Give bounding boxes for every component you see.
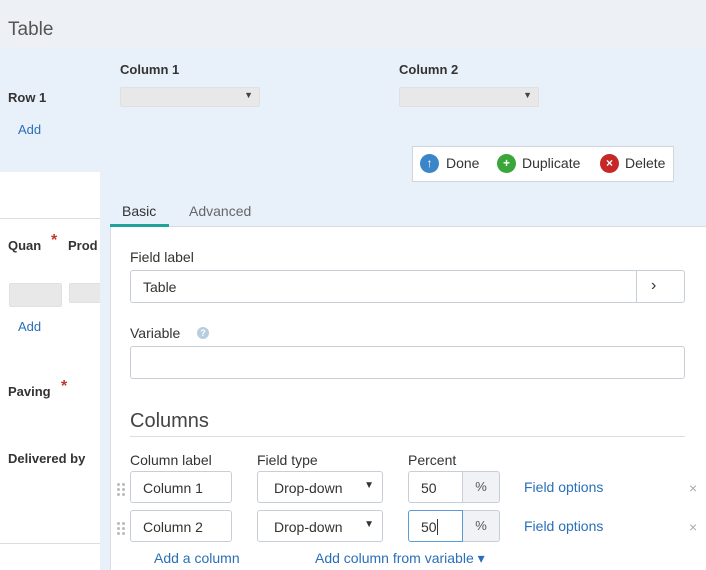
chevron-right-icon[interactable]: ›	[651, 277, 656, 295]
field-options-link[interactable]: Field options	[524, 479, 603, 495]
percent-value: 50	[421, 519, 437, 535]
tab-basic-underline	[110, 224, 169, 227]
quantity-input[interactable]	[9, 283, 62, 307]
quantity-label: Quan	[8, 238, 42, 253]
percent-input-focused[interactable]: 50	[408, 510, 463, 542]
caret-down-icon: ▾	[477, 550, 485, 566]
chevron-down-icon: ▼	[523, 90, 532, 100]
tab-advanced[interactable]: Advanced	[189, 203, 251, 219]
column-label-value: Column 1	[143, 480, 203, 496]
field-label-input[interactable]: Table ›	[130, 270, 685, 303]
delete-button[interactable]: Delete	[625, 155, 665, 171]
column-label-input[interactable]: Column 1	[130, 471, 232, 503]
percent-unit: %	[463, 471, 500, 503]
required-marker: *	[61, 378, 68, 395]
field-type-select[interactable]: Drop-down ▼	[257, 510, 383, 542]
add-left-link[interactable]: Add	[18, 319, 41, 334]
field-label-title: Field label	[130, 249, 194, 265]
column-header-2: Column 2	[399, 62, 459, 77]
add-column-link[interactable]: Add a column	[154, 550, 240, 566]
percent-input[interactable]: 50	[408, 471, 463, 503]
drag-handle-icon[interactable]	[117, 483, 125, 497]
row1-col2-select[interactable]: ▼	[399, 87, 539, 107]
remove-column-icon[interactable]: ×	[689, 480, 697, 496]
field-type-value: Drop-down	[274, 519, 343, 535]
left-divider-bottom	[0, 543, 100, 544]
product-input[interactable]	[69, 283, 102, 303]
add-column-from-variable-link[interactable]: Add column from variable ▾	[315, 550, 485, 567]
column-label-input[interactable]: Column 2	[130, 510, 232, 542]
left-divider-top	[0, 218, 100, 219]
duplicate-button[interactable]: Duplicate	[522, 155, 580, 171]
delivered-by-label: Delivered by	[8, 451, 86, 466]
field-type-header: Field type	[257, 452, 318, 468]
column-header-1: Column 1	[120, 62, 180, 77]
duplicate-icon: +	[497, 154, 516, 173]
column-label-value: Column 2	[143, 519, 203, 535]
delete-icon: ×	[600, 154, 619, 173]
variable-title: Variable	[130, 325, 181, 341]
product-label: Prod	[68, 238, 98, 253]
chevron-down-icon: ▼	[244, 90, 253, 100]
done-button[interactable]: Done	[446, 155, 479, 171]
tab-basic[interactable]: Basic	[122, 203, 156, 219]
chevron-down-icon: ▼	[364, 519, 374, 530]
chevron-down-icon: ▼	[364, 480, 374, 491]
add-column-from-variable-label: Add column from variable	[315, 550, 474, 566]
text-cursor	[437, 519, 438, 535]
field-action-bar: ↑ Done + Duplicate × Delete	[412, 146, 674, 182]
field-type-select[interactable]: Drop-down ▼	[257, 471, 383, 503]
add-row-link[interactable]: Add	[18, 122, 41, 137]
field-type-value: Drop-down	[274, 480, 343, 496]
drag-handle-icon[interactable]	[117, 522, 125, 536]
row-label: Row 1	[8, 90, 47, 105]
help-icon[interactable]: ?	[197, 327, 209, 339]
columns-section-title: Columns	[130, 410, 209, 432]
input-divider	[636, 271, 637, 302]
columns-divider	[130, 436, 685, 437]
field-options-link[interactable]: Field options	[524, 518, 603, 534]
title-band	[0, 0, 706, 49]
tabs-divider	[110, 226, 706, 227]
percent-unit: %	[463, 510, 500, 542]
variable-input[interactable]	[130, 346, 685, 379]
paving-label: Paving	[8, 384, 51, 399]
column-label-header: Column label	[130, 452, 212, 468]
remove-column-icon[interactable]: ×	[689, 519, 697, 535]
page-title: Table	[8, 19, 54, 40]
percent-header: Percent	[408, 452, 457, 468]
done-icon: ↑	[420, 154, 439, 173]
required-marker: *	[51, 232, 58, 249]
percent-value: 50	[421, 480, 437, 496]
row1-col1-select[interactable]: ▼	[120, 87, 260, 107]
field-label-value: Table	[143, 279, 177, 295]
